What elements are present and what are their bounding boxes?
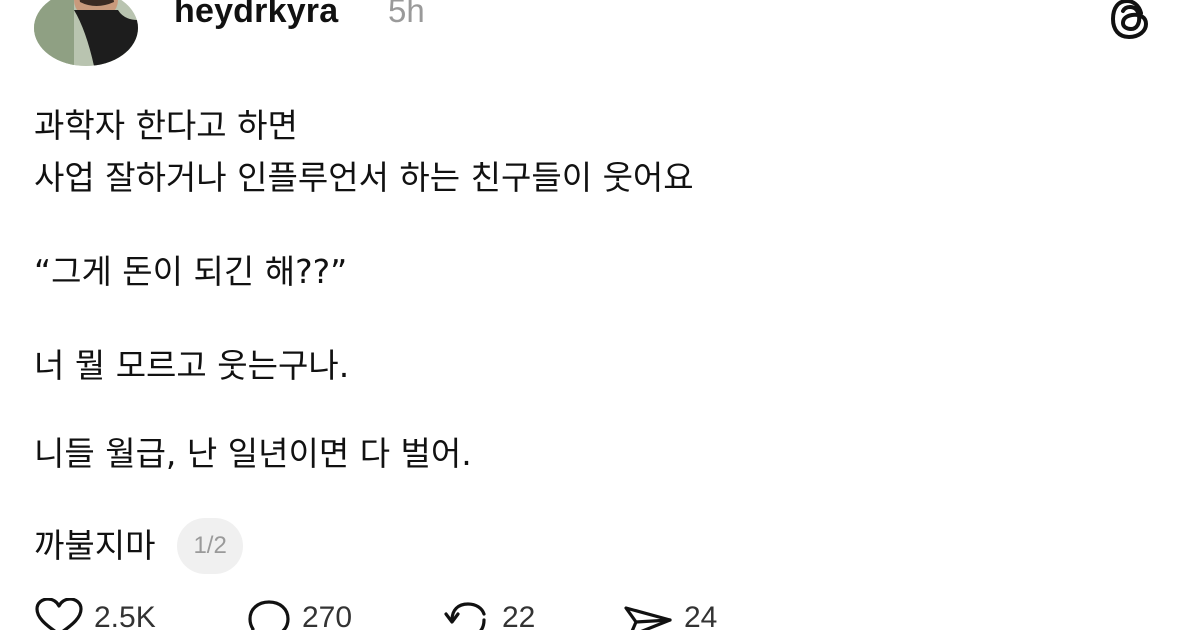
post-line: 사업 잘하거나 인플루언서 하는 친구들이 웃어요: [34, 158, 694, 197]
avatar-photo: [34, 0, 138, 66]
share-button[interactable]: 24: [622, 598, 717, 630]
post-timestamp: 5h: [388, 0, 425, 29]
heart-icon: [35, 598, 83, 630]
repost-count: 22: [502, 601, 536, 630]
threads-logo-glyph: [1110, 0, 1149, 40]
post-line: 니들 월급, 난 일년이면 다 벌어.: [34, 434, 472, 473]
share-count: 24: [684, 601, 718, 630]
threads-post: heydrkyra 5h 과학자 한다고 하면 사업 잘하거나 인플루언서 하는…: [0, 0, 1200, 630]
post-line: 과학자 한다고 하면: [34, 106, 298, 145]
threads-logo-icon[interactable]: [1108, 0, 1154, 42]
username[interactable]: heydrkyra: [174, 0, 338, 31]
page-indicator[interactable]: 1/2: [177, 518, 243, 574]
post-line: 너 뭘 모르고 웃는구나.: [34, 346, 350, 385]
like-count: 2.5K: [94, 601, 156, 630]
send-icon: [624, 606, 672, 630]
comment-button[interactable]: 270: [246, 598, 352, 630]
post-line: “그게 돈이 되긴 해??”: [34, 252, 348, 291]
repost-button[interactable]: 22: [444, 598, 535, 630]
post-line: 까불지마: [34, 526, 156, 565]
action-bar: 2.5K 270 22 24: [34, 598, 834, 630]
comment-count: 270: [302, 601, 353, 630]
avatar[interactable]: [34, 0, 138, 66]
like-button[interactable]: 2.5K: [34, 598, 156, 630]
repost-icon: [444, 602, 486, 630]
post-last-line: 까불지마 1/2: [34, 518, 243, 574]
comment-bubble-icon: [248, 600, 290, 630]
